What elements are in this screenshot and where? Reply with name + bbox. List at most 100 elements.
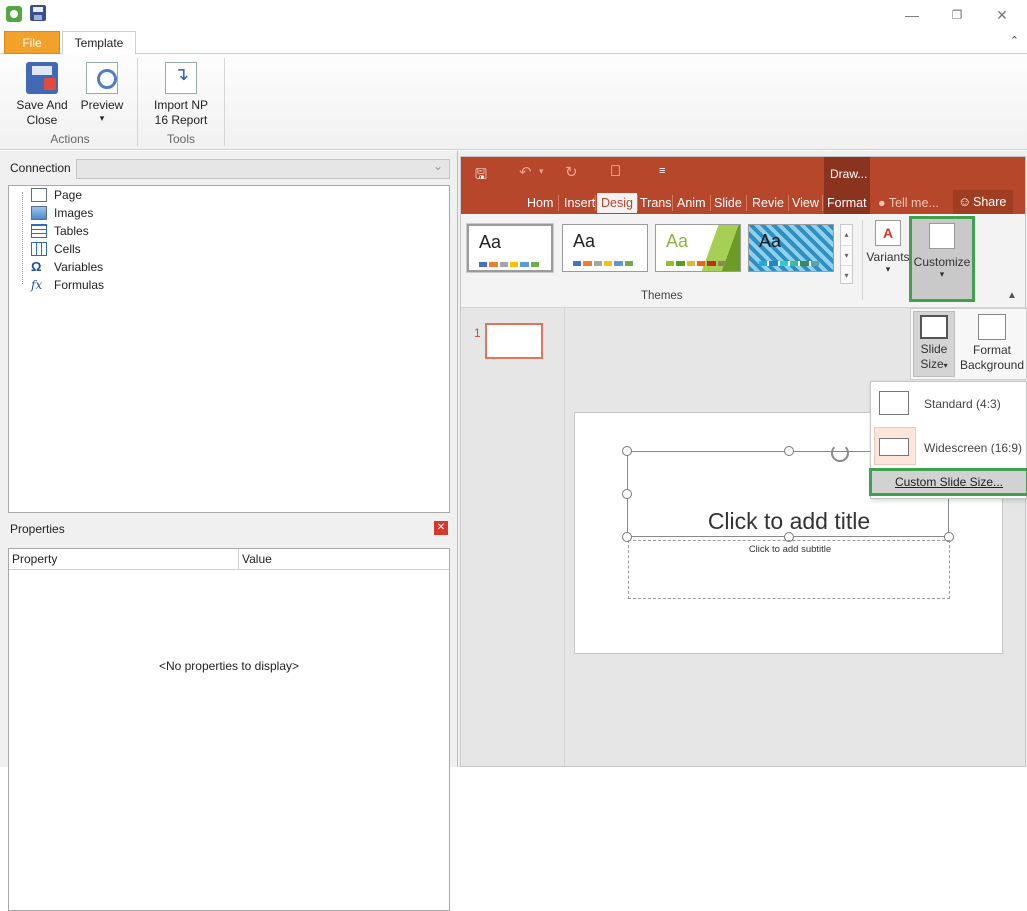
theme-sample-text: Aa <box>479 232 502 252</box>
connection-select[interactable] <box>76 159 450 179</box>
title-placeholder-text: Click to add title <box>707 508 871 534</box>
formulas-icon: fx <box>31 278 43 292</box>
cells-icon <box>31 242 47 256</box>
tab-divider <box>710 195 711 211</box>
ribbon-tab-bar: File Template ⌃ <box>0 30 1027 55</box>
theme-color-bars <box>573 261 633 266</box>
images-icon <box>31 206 47 220</box>
gallery-more-icon[interactable]: ▾ <box>841 265 852 283</box>
tree-item-label: Images <box>54 206 94 220</box>
undo-icon[interactable]: ↶ <box>519 163 532 181</box>
theme-integral[interactable]: Aa <box>748 224 834 272</box>
tab-template[interactable]: Template <box>62 31 136 55</box>
share-button[interactable]: Share <box>953 190 1013 214</box>
theme-facet[interactable]: Aa <box>655 224 741 272</box>
scroll-up-icon[interactable]: ▴ <box>841 225 852 245</box>
import-label-2: 16 Report <box>154 113 208 127</box>
ppt-tab-insert[interactable]: Insert <box>564 193 595 213</box>
column-header-value[interactable]: Value <box>239 549 449 570</box>
tree-item-label: Tables <box>54 224 89 238</box>
left-panel: Connection Page Images Tables Cells Ω Va… <box>0 151 457 911</box>
close-button[interactable]: ✕ <box>987 4 1017 26</box>
ppt-tab-transitions[interactable]: Trans <box>640 193 672 213</box>
tree-item-label: Variables <box>54 260 104 274</box>
ribbon-divider <box>224 58 225 146</box>
customize-icon <box>929 223 955 249</box>
group-tools-label: Tools <box>166 132 195 146</box>
widescreen-size-label: Widescreen (16:9) <box>924 441 1023 455</box>
present-icon[interactable]: ⎕ <box>611 163 620 180</box>
format-background-icon <box>978 314 1006 340</box>
customize-qat-icon[interactable]: ≡ <box>659 165 665 177</box>
column-header-property[interactable]: Property <box>9 549 238 570</box>
ribbon-divider <box>137 58 138 146</box>
lightbulb-icon: ● <box>878 196 886 210</box>
tab-divider <box>822 195 823 211</box>
ppt-tab-slideshow[interactable]: Slide <box>714 193 742 213</box>
variants-button[interactable]: A Variants ▾ <box>865 218 911 298</box>
menu-item-standard[interactable]: Standard (4:3) <box>871 382 1026 424</box>
title-bar: — ❐ ✕ <box>0 0 1027 30</box>
ppt-tab-format[interactable]: Format <box>827 193 867 213</box>
tab-divider <box>637 195 638 211</box>
save-icon[interactable] <box>30 5 46 21</box>
template-tree: Page Images Tables Cells Ω Variables fx … <box>8 185 450 513</box>
scroll-down-icon[interactable]: ▾ <box>841 245 852 265</box>
custom-slide-size-button[interactable]: Custom Slide Size... <box>869 468 1027 496</box>
format-background-button[interactable]: Format Background <box>959 311 1025 377</box>
ppt-tab-home[interactable]: Hom <box>527 193 553 213</box>
slide-size-button[interactable]: Slide Size▾ <box>913 311 955 377</box>
tree-item-label: Cells <box>54 242 81 256</box>
save-and-close-label-2: Close <box>26 113 58 127</box>
preview-button[interactable]: Preview ▾ <box>78 62 126 123</box>
resize-handle[interactable] <box>784 446 794 456</box>
drawing-tools-label: Draw... <box>830 167 868 181</box>
format-background-label-1: Format <box>972 343 1011 357</box>
resize-handle[interactable] <box>622 446 632 456</box>
theme-sample-text: Aa <box>573 231 596 251</box>
ppt-tab-animations[interactable]: Anim <box>677 193 705 213</box>
tab-divider <box>788 195 789 211</box>
save-and-close-button[interactable]: Save And Close <box>14 62 70 128</box>
tell-me-search[interactable]: ● Tell me... <box>878 193 939 213</box>
theme-office-2[interactable]: Aa <box>562 224 648 272</box>
minimize-button[interactable]: — <box>897 4 927 26</box>
menu-item-widescreen[interactable]: Widescreen (16:9) <box>871 426 1026 468</box>
themes-group-label: Themes <box>641 290 683 302</box>
ppt-save-icon[interactable]: 🖫 <box>475 164 487 188</box>
import-report-button[interactable]: Import NP 16 Report <box>148 62 214 128</box>
tab-divider <box>746 195 747 211</box>
slide-thumbnail[interactable] <box>485 323 543 359</box>
theme-color-bars <box>666 261 726 266</box>
page-icon <box>31 188 47 202</box>
ppt-tab-view[interactable]: View <box>792 193 819 213</box>
close-icon[interactable]: ✕ <box>434 521 448 535</box>
variables-icon: Ω <box>31 259 42 274</box>
tables-icon <box>31 224 47 238</box>
subtitle-placeholder[interactable]: Click to add subtitle <box>628 540 950 599</box>
rotate-handle-icon[interactable] <box>831 444 849 462</box>
group-actions-label: Actions <box>50 132 90 146</box>
customize-panel: Slide Size▾ Format Background <box>910 308 1027 380</box>
powerpoint-window: 🖫 ↶ ▾ ↻ ⎕ ≡ Draw... Hom Insert Desig Tra… <box>460 156 1027 767</box>
resize-handle[interactable] <box>622 489 632 499</box>
connection-label: Connection <box>10 161 71 175</box>
tree-connector <box>22 192 23 284</box>
restore-button[interactable]: ❐ <box>942 4 972 26</box>
collapse-ribbon-icon[interactable]: ▲ <box>1007 290 1017 301</box>
import-label-1: Import NP <box>153 98 208 112</box>
slide-size-icon <box>920 315 948 339</box>
undo-dropdown-icon[interactable]: ▾ <box>539 166 544 177</box>
redo-icon[interactable]: ↻ <box>565 163 578 181</box>
ppt-tab-design[interactable]: Desig <box>597 193 637 213</box>
tell-me-label: Tell me... <box>888 196 939 210</box>
tab-file[interactable]: File <box>4 31 60 54</box>
tab-divider <box>672 195 673 211</box>
ribbon-collapse-icon[interactable]: ⌃ <box>1010 34 1019 47</box>
customize-button[interactable]: Customize ▾ <box>909 216 975 302</box>
subtitle-placeholder-text: Click to add subtitle <box>748 544 832 555</box>
slide-size-label-1: Slide <box>920 342 948 356</box>
ppt-tab-review[interactable]: Revie <box>752 193 784 213</box>
gallery-scroll[interactable]: ▴ ▾ ▾ <box>840 224 853 284</box>
theme-office[interactable]: Aa <box>467 224 553 272</box>
